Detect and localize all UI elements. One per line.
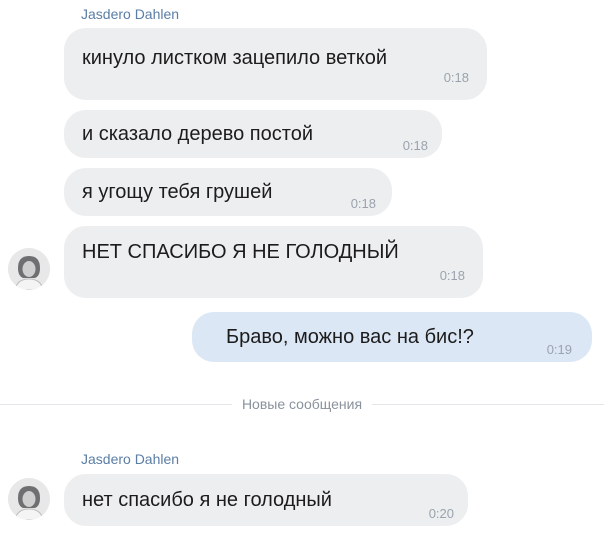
message-text: нет спасибо я не голодный (82, 489, 332, 511)
sender-name[interactable]: Jasdero Dahlen (81, 6, 179, 22)
message-bubble[interactable]: нет спасибо я не голодный 0:20 (64, 474, 468, 526)
message-time: 0:20 (428, 506, 454, 521)
sender-name[interactable]: Jasdero Dahlen (81, 451, 179, 467)
message-time: 0:18 (402, 138, 428, 153)
message-time: 0:18 (443, 70, 469, 85)
message-text: Браво, можно вас на бис!? (226, 326, 474, 348)
new-messages-divider: Новые сообщения (0, 396, 604, 412)
message-text: кинуло листком зацепило веткой (82, 47, 388, 69)
message-bubble[interactable]: кинуло листком зацепило веткой 0:18 (64, 28, 487, 100)
message-time: 0:19 (546, 342, 572, 357)
message-text: НЕТ СПАСИБО Я НЕ ГОЛОДНЫЙ (82, 241, 399, 263)
message-text: и сказало дерево постой (82, 123, 313, 145)
avatar-portrait-icon (8, 248, 50, 290)
message-bubble[interactable]: я угощу тебя грушей 0:18 (64, 168, 392, 216)
user-avatar[interactable] (8, 478, 50, 520)
outgoing-message-bubble[interactable]: Браво, можно вас на бис!? 0:19 (192, 312, 592, 362)
message-time: 0:18 (439, 268, 465, 283)
message-bubble[interactable]: НЕТ СПАСИБО Я НЕ ГОЛОДНЫЙ 0:18 (64, 226, 483, 298)
user-avatar[interactable] (8, 248, 50, 290)
message-time: 0:18 (350, 196, 376, 211)
message-text: я угощу тебя грушей (82, 181, 273, 203)
new-messages-label: Новые сообщения (231, 396, 373, 412)
message-bubble[interactable]: и сказало дерево постой 0:18 (64, 110, 442, 158)
avatar-portrait-icon (8, 478, 50, 520)
